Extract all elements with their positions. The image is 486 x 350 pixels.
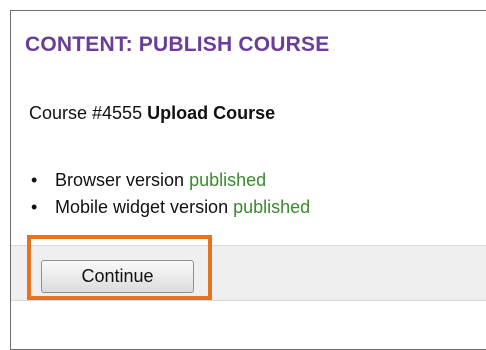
course-number: Course #4555	[29, 103, 143, 123]
highlight-box	[27, 235, 212, 300]
bullet-icon: •	[31, 197, 38, 217]
list-item: • Mobile widget version published	[29, 194, 310, 221]
course-name: Upload Course	[147, 103, 276, 123]
bullet-icon: •	[31, 170, 38, 190]
version-label: Mobile widget version	[55, 197, 229, 217]
status-published: published	[233, 197, 311, 217]
list-item: • Browser version published	[29, 167, 310, 194]
publish-status-list: • Browser version published • Mobile wid…	[29, 167, 310, 221]
version-label: Browser version	[55, 170, 185, 190]
status-published: published	[189, 170, 267, 190]
course-info: Course #4555 Upload Course	[29, 103, 275, 124]
panel-title: CONTENT: PUBLISH COURSE	[25, 33, 330, 56]
